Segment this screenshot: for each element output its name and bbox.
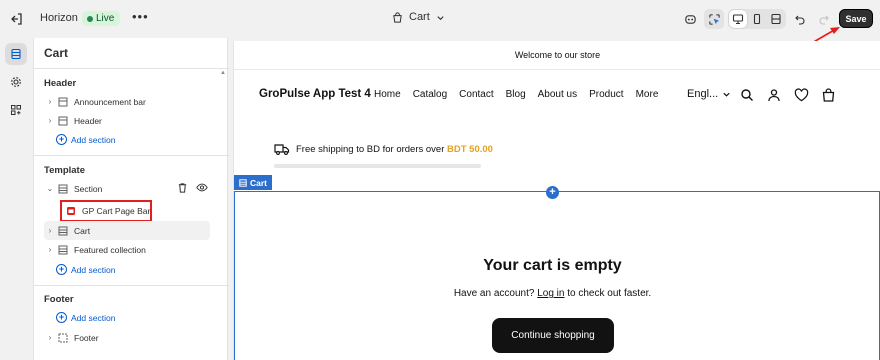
sections-panel: Cart ▲ Header › Announcement bar › Heade… <box>33 38 229 360</box>
section-label: Announcement bar <box>74 96 146 107</box>
plus-circle-icon: + <box>56 312 67 323</box>
chevron-right-icon[interactable]: › <box>44 226 56 235</box>
settings-gear-icon[interactable] <box>5 71 27 93</box>
add-section-button-header[interactable]: + Add section <box>44 130 210 149</box>
section-actions <box>177 182 208 193</box>
left-rail <box>0 38 33 360</box>
live-label: Live <box>96 13 115 24</box>
bag-icon <box>393 11 402 23</box>
chevron-down-icon[interactable]: ⌄ <box>44 184 56 193</box>
add-section-label: Add section <box>71 312 116 323</box>
section-label: Featured collection <box>74 244 146 255</box>
desktop-icon[interactable] <box>729 10 747 28</box>
chevron-right-icon[interactable]: › <box>44 333 56 342</box>
section-row-announcement-bar[interactable]: › Announcement bar <box>44 92 210 111</box>
nav-link-about-us[interactable]: About us <box>538 89 577 100</box>
selected-section-label: Cart <box>250 177 268 188</box>
nav-link-more[interactable]: More <box>636 89 659 100</box>
header-icons <box>740 88 835 102</box>
section-label: Footer <box>74 332 99 343</box>
chevron-right-icon[interactable]: › <box>44 97 56 106</box>
section-icon <box>56 184 70 194</box>
chevron-right-icon[interactable]: › <box>44 245 56 254</box>
language-label: Engl... <box>687 88 719 100</box>
divider <box>34 68 229 69</box>
main-nav: Home Catalog Contact Blog About us Produ… <box>374 89 658 100</box>
mobile-icon[interactable] <box>748 10 766 28</box>
message-text: Have an account? <box>453 288 535 299</box>
page-selector[interactable]: Cart <box>392 11 445 23</box>
chevron-down-icon <box>437 15 444 20</box>
nav-link-contact[interactable]: Contact <box>459 89 493 100</box>
section-icon <box>56 245 70 255</box>
live-badge: Live <box>82 11 121 26</box>
plus-circle-icon: + <box>56 264 67 275</box>
announcement-bar: Welcome to our store <box>234 41 880 70</box>
page-selector-label: Cart <box>409 11 430 23</box>
nav-link-blog[interactable]: Blog <box>506 89 526 100</box>
truck-icon <box>274 144 290 155</box>
search-icon[interactable] <box>740 88 754 102</box>
theme-name[interactable]: Horizon <box>40 12 78 24</box>
section-icon <box>56 116 70 126</box>
apps-icon[interactable] <box>5 99 27 121</box>
shipping-text: Free shipping to BD for orders over <box>296 143 445 155</box>
section-row-footer[interactable]: › Footer <box>44 328 210 347</box>
section-icon <box>56 226 70 236</box>
panel-title: Cart <box>44 46 69 60</box>
insert-section-plus-icon[interactable]: + <box>546 186 559 199</box>
section-row-featured-collection[interactable]: › Featured collection <box>44 240 210 259</box>
login-link[interactable]: Log in <box>537 288 564 299</box>
trash-icon[interactable] <box>177 182 188 193</box>
highlight-box <box>60 200 152 222</box>
shipping-progress-bar <box>274 164 481 168</box>
nav-link-product[interactable]: Product <box>589 89 623 100</box>
scroll-up-icon[interactable]: ▲ <box>220 70 226 76</box>
storefront-preview: Welcome to our store GroPulse App Test 4… <box>233 41 880 360</box>
group-title-header: Header <box>44 78 77 89</box>
add-section-label: Add section <box>71 264 116 275</box>
store-name[interactable]: GroPulse App Test 4 <box>259 88 371 100</box>
top-bar: Horizon Live ••• Cart Save <box>0 0 880 59</box>
shipping-amount: BDT 50.00 <box>447 143 493 155</box>
chevron-down-icon <box>723 92 730 97</box>
device-toggle <box>728 9 786 29</box>
empty-cart-message: Have an account? Log in to check out fas… <box>234 288 871 299</box>
nav-link-catalog[interactable]: Catalog <box>413 89 447 100</box>
account-icon[interactable] <box>767 88 781 102</box>
section-label: Cart <box>74 225 91 236</box>
empty-cart-title: Your cart is empty <box>483 257 622 274</box>
section-row-header[interactable]: › Header <box>44 111 210 130</box>
nav-link-home[interactable]: Home <box>374 89 401 100</box>
ai-assistant-icon[interactable] <box>680 9 700 29</box>
exit-icon[interactable] <box>8 10 26 28</box>
plus-circle-icon: + <box>56 134 67 145</box>
group-title-template: Template <box>44 165 86 176</box>
group-title-footer: Footer <box>44 294 74 305</box>
add-section-label: Add section <box>71 134 116 145</box>
more-actions-button[interactable]: ••• <box>132 9 149 24</box>
sections-icon[interactable] <box>5 43 27 65</box>
continue-shopping-button[interactable]: Continue shopping <box>492 318 614 353</box>
add-section-button-footer[interactable]: + Add section <box>44 308 210 327</box>
language-selector[interactable]: Engl... <box>687 88 731 100</box>
cart-bag-icon[interactable] <box>822 88 835 102</box>
section-icon <box>239 178 247 187</box>
live-dot-icon <box>87 15 93 22</box>
section-label: Section <box>74 183 103 194</box>
section-icon <box>56 333 70 343</box>
inspector-icon[interactable] <box>704 9 724 29</box>
eye-icon[interactable] <box>196 182 208 193</box>
shipping-message: Free shipping to BD for orders over BDT … <box>274 143 493 155</box>
message-text: to check out faster. <box>567 288 652 299</box>
section-row-cart[interactable]: › Cart <box>44 221 210 240</box>
section-icon <box>56 97 70 107</box>
section-label: Header <box>74 115 102 126</box>
add-section-button-template[interactable]: + Add section <box>44 260 210 279</box>
selected-section-tag[interactable]: Cart <box>234 175 273 190</box>
divider <box>34 155 229 156</box>
chevron-right-icon[interactable]: › <box>44 116 56 125</box>
wishlist-heart-icon[interactable] <box>794 88 809 102</box>
divider <box>34 285 229 286</box>
